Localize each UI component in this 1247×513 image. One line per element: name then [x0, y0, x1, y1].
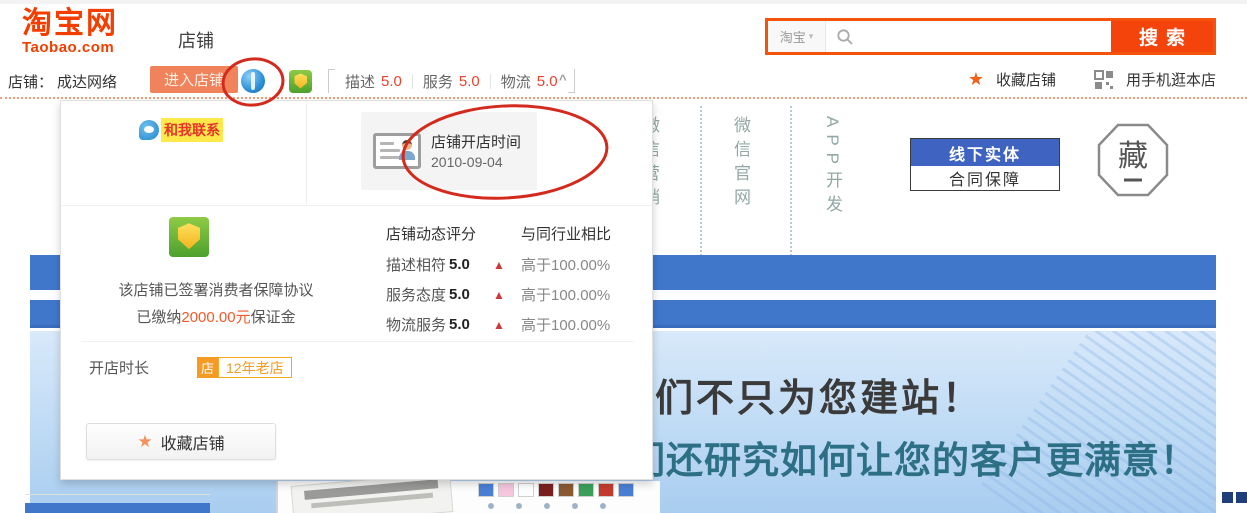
shop-age-text: 12年老店 — [218, 357, 292, 378]
banner-headline-1: 我们不只为您建站！ — [614, 378, 984, 420]
guarantee-text: 该店铺已签署消费者保障协议 已缴纳2000.00元保证金 — [61, 277, 371, 331]
contact-dots — [488, 503, 606, 509]
star-icon: ★ — [137, 431, 153, 451]
search-bar: 淘宝 ▾ 搜索 — [765, 18, 1216, 55]
dsr-row-description: 描述相符 5.0 ▲ 高于100.00% — [386, 256, 611, 274]
offline-entity-title: 线下实体 — [911, 139, 1059, 166]
rating-description: 描述 5.0 — [345, 72, 402, 91]
dsr-header-right: 与同行业相比 — [521, 226, 612, 243]
rating-separator — [489, 73, 491, 89]
consumer-protection-icon[interactable] — [289, 70, 312, 93]
rating-logistics: 物流 5.0 — [500, 72, 558, 91]
favorite-shop-link[interactable]: 收藏店铺 — [996, 69, 1056, 90]
search-category-dropdown[interactable]: 淘宝 ▾ — [768, 21, 826, 52]
shop-age-label: 开店时长 — [89, 360, 150, 377]
search-icon — [837, 29, 853, 45]
collect-seal-stamp: 藏 — [1096, 122, 1170, 198]
logo-cn: 淘宝网 — [22, 7, 118, 40]
dsr-row-logistics: 物流服务 5.0 ▲ 高于100.00% — [386, 316, 611, 334]
contract-guarantee-label: 合同保障 — [948, 172, 1021, 189]
qr-code-icon — [1093, 69, 1113, 89]
mobile-shop-link[interactable]: 用手机逛本店 — [1126, 69, 1216, 90]
star-icon: ★ — [967, 69, 984, 89]
search-input[interactable] — [826, 21, 1111, 52]
favorite-shop-button[interactable]: ★ 收藏店铺 — [86, 423, 276, 460]
rating-service: 服务 5.0 — [422, 72, 480, 91]
shop-nav-bar: 店铺： 成达网络 进入店铺 描述 5.0 服务 5.0 物流 5.0 ^ ★ 收… — [0, 60, 1247, 99]
background-blue-button — [25, 503, 210, 513]
open-time-title: 店铺开店时间 — [431, 133, 522, 151]
favorite-shop-button-label: 收藏店铺 — [160, 435, 225, 453]
deposit-amount: 2000.00元 — [181, 309, 251, 326]
seal-character: 藏 — [1118, 139, 1148, 174]
search-category-label: 淘宝 — [779, 30, 806, 45]
consumer-protection-badge — [169, 217, 209, 257]
background-collage — [276, 472, 660, 513]
rating-separator — [411, 73, 413, 89]
shop-label: 店铺： — [8, 74, 54, 91]
thumbnail-strip — [478, 483, 634, 497]
background-divider — [25, 494, 210, 495]
bracket-right — [567, 69, 575, 93]
shop-name[interactable]: 成达网络 — [57, 71, 117, 92]
shop-age-badge[interactable]: 店 12年老店 — [197, 357, 292, 378]
arrow-up-icon: ▲ — [493, 257, 505, 272]
page-title: 店铺 — [178, 31, 214, 51]
shop-info-popup: 和我联系 店铺开店时间 2010-09-04 该店铺已签署消费者保障协议 已缴纳… — [60, 100, 653, 480]
banner-headline-2: 我们还研究如何让您的客户更满意！ — [590, 440, 1198, 481]
shop-age-row: 开店时长 店 12年老店 — [89, 357, 292, 378]
shop-badge-icon: 店 — [197, 357, 219, 378]
wangwang-icon[interactable] — [241, 69, 265, 93]
banner-watermark — [981, 331, 1216, 513]
open-time-date: 2010-09-04 — [431, 154, 503, 171]
search-button[interactable]: 搜索 — [1111, 21, 1213, 52]
guarantee-line1: 该店铺已签署消费者保障协议 — [118, 282, 314, 299]
collapse-caret-icon[interactable]: ^ — [559, 72, 567, 87]
shop-open-time-card: 店铺开店时间 2010-09-04 — [361, 112, 537, 190]
contact-me-label: 和我联系 — [161, 118, 223, 142]
guarantee-line2: 已缴纳2000.00元保证金 — [136, 309, 296, 326]
dsr-header-left: 店铺动态评分 — [386, 226, 477, 243]
bracket-left — [328, 69, 335, 93]
taobao-logo[interactable]: 淘宝网 Taobao.com — [22, 7, 118, 56]
taobao-shop-page: 微信营销 微信官网 APP开发 线下实体 合同保障 藏 我们不只为您建站！ 我们… — [0, 0, 1247, 513]
logo-en: Taobao.com — [22, 39, 115, 56]
dsr-ratings-table: 店铺动态评分 与同行业相比 描述相符 5.0 ▲ 高于100.00% 服务态度 … — [386, 223, 636, 344]
offline-entity-box: 线下实体 合同保障 — [910, 138, 1060, 191]
enter-shop-button[interactable]: 进入店铺 — [150, 66, 238, 93]
banner-corner-squares — [1222, 492, 1247, 503]
dotted-divider — [790, 106, 792, 256]
arrow-up-icon: ▲ — [493, 317, 505, 332]
wangwang-chat-icon — [139, 120, 159, 140]
dsr-row-service: 服务态度 5.0 ▲ 高于100.00% — [386, 286, 611, 304]
id-card-icon — [373, 133, 421, 169]
chevron-down-icon: ▾ — [808, 31, 814, 41]
contact-me-button[interactable]: 和我联系 — [139, 118, 223, 142]
popup-vertical-divider — [306, 101, 307, 204]
top-strip — [0, 0, 1247, 4]
arrow-up-icon: ▲ — [493, 287, 505, 302]
popup-divider — [61, 205, 652, 206]
vertical-label-wechat-site: 微信官网 — [731, 116, 750, 212]
dotted-divider — [700, 106, 702, 256]
shop-ratings-group: 描述 5.0 服务 5.0 物流 5.0 — [328, 69, 575, 93]
vertical-label-app-dev: APP开发 — [823, 116, 842, 220]
